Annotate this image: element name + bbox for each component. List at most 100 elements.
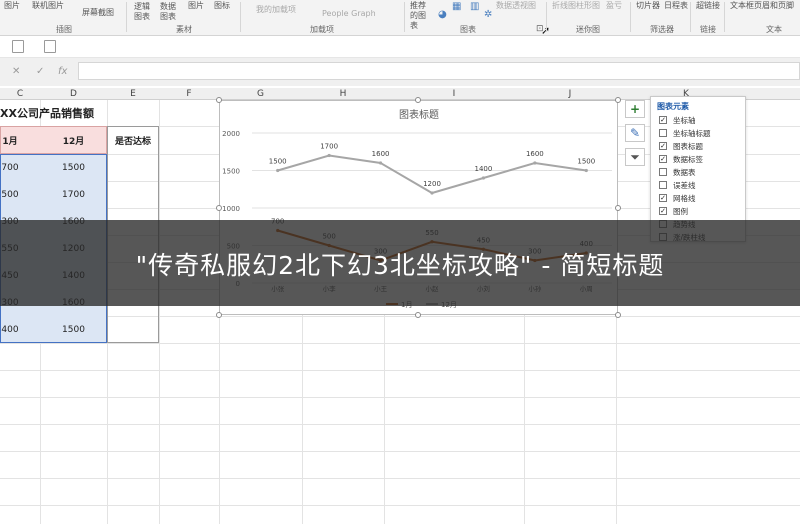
ribbon-pivot-chart[interactable]: 数据透视图 xyxy=(496,1,536,11)
chart-element-option[interactable]: 误差线 xyxy=(659,179,696,191)
row-line xyxy=(0,478,800,479)
col-e[interactable]: E xyxy=(107,88,159,100)
chart-element-option[interactable]: ✓ 数据标签 xyxy=(659,153,703,165)
cancel-icon[interactable]: ✕ xyxy=(12,66,20,77)
ribbon-logic-chart[interactable]: 逻辑图表 xyxy=(134,2,152,22)
data-label: 1600 xyxy=(526,150,544,158)
row-line xyxy=(0,505,800,506)
ribbon-sparkline-winloss[interactable]: 盈亏 xyxy=(606,1,622,11)
col-d[interactable]: D xyxy=(40,88,107,100)
chart-element-option[interactable]: 坐标轴标题 xyxy=(659,127,711,139)
checkbox[interactable] xyxy=(659,129,667,137)
checkbox[interactable] xyxy=(659,168,667,176)
row-line xyxy=(0,424,800,425)
col-i[interactable]: I xyxy=(384,88,524,100)
resize-handle[interactable] xyxy=(615,312,621,318)
resize-handle[interactable] xyxy=(615,205,621,211)
group-filters: 筛选器 xyxy=(650,25,674,34)
y-tick-label: 1000 xyxy=(222,205,240,213)
sep xyxy=(724,2,725,32)
col-f[interactable]: F xyxy=(159,88,219,100)
ribbon-recommended-charts[interactable]: 推荐的图表 xyxy=(410,1,432,31)
sep xyxy=(690,2,691,32)
ribbon-icon[interactable]: 图标 xyxy=(214,1,230,11)
print-preview-icon[interactable] xyxy=(44,40,56,53)
filter-icon: ⏷ xyxy=(630,149,640,164)
chart-element-label: 图表标题 xyxy=(673,141,703,151)
ribbon-picture[interactable]: 图片 xyxy=(4,1,20,11)
caption-overlay: "传奇私服幻2北下幻3北坐标攻略" - 简短标题 xyxy=(0,220,800,306)
ribbon-data-chart[interactable]: 数据图表 xyxy=(160,2,178,22)
ribbon-sparkline-column[interactable]: 柱形图 xyxy=(576,1,600,11)
ribbon-online-picture[interactable]: 联机图片 xyxy=(32,1,64,11)
formula-input[interactable] xyxy=(78,62,800,80)
chart-element-label: 网格线 xyxy=(673,193,696,203)
checkbox[interactable]: ✓ xyxy=(659,194,667,202)
col-j[interactable]: J xyxy=(524,88,616,100)
checkbox[interactable]: ✓ xyxy=(659,116,667,124)
brush-icon: ✎ xyxy=(629,126,641,140)
chart-element-option[interactable]: ✓ 图例 xyxy=(659,205,688,217)
fx-icon[interactable]: fx xyxy=(58,66,67,77)
ribbon-people-graph[interactable]: People Graph xyxy=(322,9,376,19)
quick-toolbar xyxy=(0,36,800,58)
checkbox[interactable] xyxy=(659,181,667,189)
ribbon-textbox[interactable]: 文本框 xyxy=(730,1,754,11)
plus-icon: + xyxy=(629,102,641,116)
chart-element-option[interactable]: ✓ 坐标轴 xyxy=(659,114,696,126)
formula-bar: ✕ ✓ fx xyxy=(0,58,800,86)
cell-c2[interactable]: 500 xyxy=(0,181,20,208)
col-h[interactable]: H xyxy=(302,88,384,100)
resize-handle[interactable] xyxy=(216,205,222,211)
cell-d2[interactable]: 1700 xyxy=(40,181,107,208)
header-target[interactable]: 是否达标 xyxy=(107,126,159,154)
row-line xyxy=(0,370,800,371)
header-dec[interactable]: 12月 xyxy=(40,126,107,154)
cell-c7[interactable]: 400 xyxy=(0,316,20,343)
ribbon-slicer[interactable]: 切片器 xyxy=(636,1,660,11)
ribbon-sparkline-line[interactable]: 折线图 xyxy=(552,1,576,11)
ribbon-hyperlink[interactable]: 超链接 xyxy=(696,1,720,11)
chart-element-option[interactable]: ✓ 网格线 xyxy=(659,192,696,204)
ribbon-timeline[interactable]: 日程表 xyxy=(664,1,688,11)
data-point xyxy=(276,168,280,173)
data-point xyxy=(533,161,537,165)
chart-element-label: 图例 xyxy=(673,206,688,216)
group-charts: 图表 xyxy=(460,25,476,34)
chart-map-icon[interactable]: ◕ xyxy=(438,10,447,20)
col-c[interactable]: C xyxy=(0,88,40,100)
resize-handle[interactable] xyxy=(216,312,222,318)
document-icon[interactable] xyxy=(12,40,24,53)
chart-styles-button[interactable]: ✎ xyxy=(625,124,645,142)
header-jan[interactable]: 1月 xyxy=(0,126,20,154)
confirm-icon[interactable]: ✓ xyxy=(36,66,44,77)
ribbon-header-footer[interactable]: 页眉和页脚 xyxy=(754,1,794,11)
data-point xyxy=(481,176,486,180)
ribbon-my-addins[interactable]: 我的加载项 xyxy=(256,5,296,15)
chart-element-option[interactable]: ✓ 图表标题 xyxy=(659,140,703,152)
checkbox[interactable]: ✓ xyxy=(659,155,667,163)
resize-handle[interactable] xyxy=(415,312,421,318)
chart-filters-button[interactable]: ⏷ xyxy=(625,148,645,166)
ribbon-screenshot[interactable]: 屏幕截图 xyxy=(82,8,114,18)
resize-handle[interactable] xyxy=(216,97,222,103)
group-text: 文本 xyxy=(766,25,782,34)
chart-scatter-icon[interactable]: ✲ xyxy=(484,10,492,20)
chart-elements-button[interactable]: + xyxy=(625,100,645,118)
group-illustrations: 插图 xyxy=(56,25,72,34)
checkbox[interactable]: ✓ xyxy=(659,207,667,215)
resize-handle[interactable] xyxy=(415,97,421,103)
chart-element-option[interactable]: 数据表 xyxy=(659,166,696,178)
group-addins: 加载项 xyxy=(310,25,334,34)
cell-d1[interactable]: 1500 xyxy=(40,154,107,181)
ribbon: 图片 联机图片 屏幕截图 逻辑图表 数据图表 图片 图标 我的加载项 Peopl… xyxy=(0,0,800,36)
chart-type-icon[interactable]: ▦ xyxy=(452,2,461,12)
resize-handle[interactable] xyxy=(615,97,621,103)
col-g[interactable]: G xyxy=(219,88,302,100)
table-title[interactable]: XX公司产品销售额 xyxy=(0,104,160,122)
cell-c1[interactable]: 700 xyxy=(0,154,20,181)
cell-d7[interactable]: 1500 xyxy=(40,316,107,343)
checkbox[interactable]: ✓ xyxy=(659,142,667,150)
ribbon-picture2[interactable]: 图片 xyxy=(188,1,204,11)
chart-bar-icon[interactable]: ▥ xyxy=(470,2,479,12)
